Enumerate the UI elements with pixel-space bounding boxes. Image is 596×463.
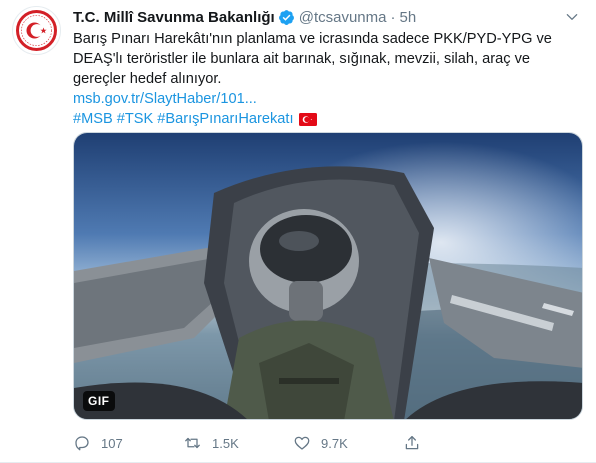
tweet-text: Barış Pınarı Harekâtı'nın planlama ve ic… bbox=[73, 31, 552, 87]
display-name[interactable]: T.C. Millî Savunma Bakanlığı bbox=[73, 9, 275, 26]
turkish-flag-icon bbox=[298, 112, 317, 126]
retweet-icon bbox=[185, 437, 200, 449]
fighter-cockpit-image bbox=[74, 133, 582, 419]
chevron-down-icon bbox=[566, 14, 578, 20]
like-icon bbox=[294, 436, 310, 450]
share-button[interactable] bbox=[403, 434, 513, 452]
hashtag-row: #MSB #TSK #BarışPınarıHarekatı bbox=[73, 109, 578, 129]
tweet-link[interactable]: msb.gov.tr/SlaytHaber/101... bbox=[73, 91, 257, 107]
tweet-content: T.C. Millî Savunma Bakanlığı @tcsavunma … bbox=[73, 6, 581, 129]
tweet: T.C. Millî Savunma Bakanlığı @tcsavunma … bbox=[0, 0, 596, 463]
handle[interactable]: @tcsavunma bbox=[299, 9, 387, 26]
timestamp[interactable]: 5h bbox=[399, 9, 416, 26]
more-options-button[interactable] bbox=[563, 8, 581, 26]
like-button[interactable]: 9.7K bbox=[293, 434, 403, 452]
like-count: 9.7K bbox=[321, 435, 348, 451]
share-icon bbox=[405, 435, 419, 450]
avatar[interactable] bbox=[12, 6, 61, 55]
retweet-count: 1.5K bbox=[212, 435, 239, 451]
gif-badge: GIF bbox=[83, 391, 115, 411]
reply-icon bbox=[75, 436, 89, 451]
hashtag-msb[interactable]: #MSB bbox=[73, 109, 113, 129]
msb-logo bbox=[16, 10, 57, 51]
reply-button[interactable]: 107 bbox=[73, 434, 183, 452]
reply-count: 107 bbox=[101, 435, 123, 451]
tweet-header: T.C. Millî Savunma Bakanlığı @tcsavunma … bbox=[73, 6, 581, 28]
retweet-button[interactable]: 1.5K bbox=[183, 434, 293, 452]
hashtag-baris-pinari[interactable]: #BarışPınarıHarekatı bbox=[157, 109, 293, 129]
tweet-body: Barış Pınarı Harekâtı'nın planlama ve ic… bbox=[73, 29, 578, 129]
separator-dot: · bbox=[390, 8, 396, 26]
tweet-media-gif[interactable]: GIF bbox=[73, 132, 583, 420]
tweet-actions: 107 1.5K 9.7K bbox=[73, 432, 513, 454]
hashtag-tsk[interactable]: #TSK bbox=[117, 109, 154, 129]
verified-badge-icon bbox=[278, 9, 295, 26]
